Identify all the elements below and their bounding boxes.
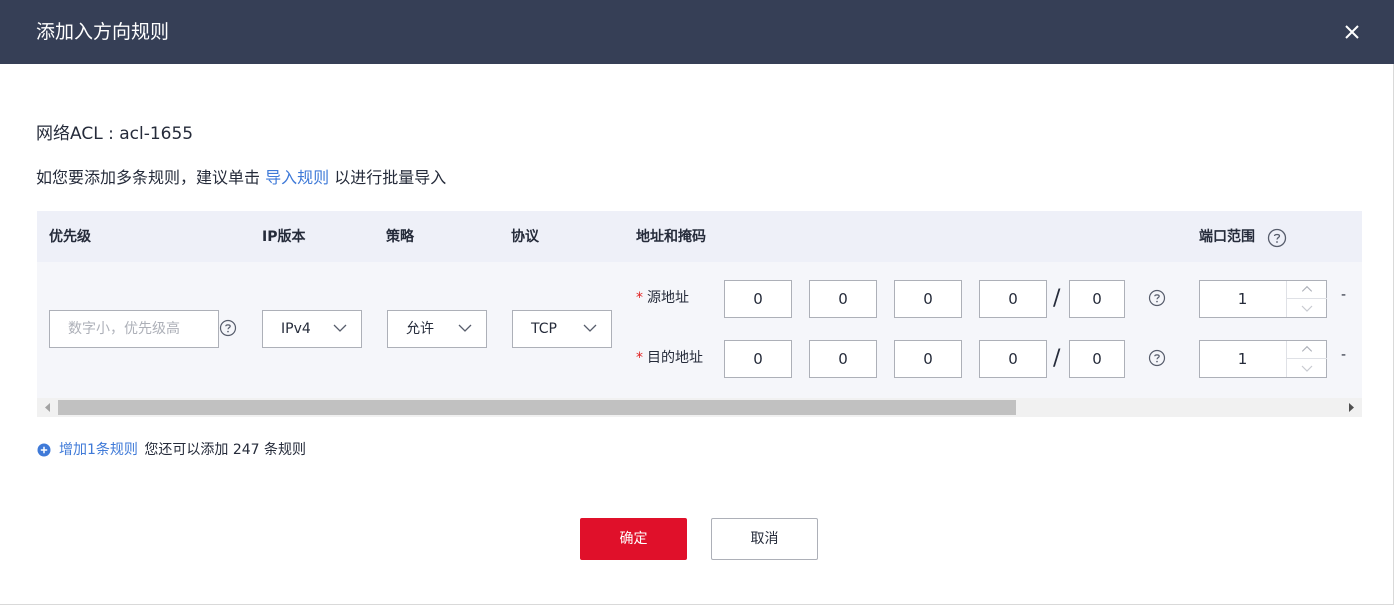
policy-value: 允许: [406, 321, 434, 337]
dest-octet-1-input[interactable]: 0: [724, 340, 792, 378]
scroll-right-icon[interactable]: [1348, 403, 1355, 412]
protocol-value: TCP: [531, 321, 557, 337]
close-icon[interactable]: [1342, 22, 1362, 42]
header-address: 地址和掩码: [636, 229, 706, 245]
add-rule-hint: 您还可以添加 247 条规则: [144, 442, 306, 458]
ip-version-select[interactable]: IPv4: [262, 310, 362, 348]
rule-table: 优先级 IP版本 策略 协议 地址和掩码 端口范围 数字小，优先级高 IPv4 …: [37, 211, 1362, 417]
priority-help-icon[interactable]: [219, 319, 237, 337]
source-address-label: * 源地址: [636, 289, 689, 307]
dest-address-label: * 目的地址: [636, 349, 703, 367]
acl-label: 网络ACL : acl-1655: [36, 124, 194, 144]
header-ip-version: IP版本: [262, 229, 306, 245]
dest-label-text: 目的地址: [647, 350, 703, 366]
header-port-range: 端口范围: [1199, 229, 1255, 245]
add-inbound-rule-dialog: 添加入方向规则 网络ACL : acl-1655 如您要添加多条规则，建议单击 …: [0, 0, 1394, 605]
horizontal-scrollbar[interactable]: [37, 398, 1362, 417]
tip-prefix: 如您要添加多条规则，建议单击: [36, 168, 266, 187]
source-help-icon[interactable]: [1148, 289, 1166, 307]
dest-help-icon[interactable]: [1148, 349, 1166, 367]
add-rule-link[interactable]: 增加1条规则: [59, 442, 138, 458]
dialog-header: 添加入方向规则: [0, 0, 1394, 64]
ip-version-value: IPv4: [281, 321, 311, 337]
source-port-dash: -: [1341, 287, 1347, 303]
header-protocol: 协议: [511, 229, 539, 245]
source-mask-slash: /: [1053, 286, 1061, 311]
tip-suffix: 以进行批量导入: [329, 168, 447, 187]
source-label-text: 源地址: [647, 290, 689, 306]
port-range-help-icon[interactable]: [1267, 228, 1287, 248]
source-octet-1-input[interactable]: 0: [724, 280, 792, 318]
chevron-down-icon: [583, 324, 597, 332]
header-priority: 优先级: [49, 229, 91, 245]
confirm-button[interactable]: 确定: [580, 518, 687, 560]
protocol-select[interactable]: TCP: [512, 310, 612, 348]
dest-port-dash: -: [1341, 347, 1347, 363]
import-tip: 如您要添加多条规则，建议单击 导入规则 以进行批量导入: [36, 167, 446, 189]
chevron-up-icon[interactable]: [1287, 281, 1327, 299]
add-rule-row: 增加1条规则 您还可以添加 247 条规则: [37, 441, 306, 459]
source-mask-input[interactable]: 0: [1069, 280, 1125, 318]
table-header: 优先级 IP版本 策略 协议 地址和掩码 端口范围: [37, 211, 1362, 262]
dest-port-value[interactable]: 1: [1200, 341, 1285, 377]
header-policy: 策略: [386, 229, 414, 245]
source-octet-3-input[interactable]: 0: [894, 280, 962, 318]
import-rules-link[interactable]: 导入规则: [265, 168, 329, 187]
dialog-title: 添加入方向规则: [36, 21, 170, 43]
priority-input[interactable]: 数字小，优先级高: [49, 310, 219, 348]
dest-mask-input[interactable]: 0: [1069, 340, 1125, 378]
source-octet-2-input[interactable]: 0: [809, 280, 877, 318]
chevron-up-icon[interactable]: [1287, 341, 1327, 359]
cancel-button[interactable]: 取消: [711, 518, 818, 560]
source-port-value[interactable]: 1: [1200, 281, 1285, 317]
scrollbar-thumb[interactable]: [58, 400, 1016, 415]
chevron-down-icon: [333, 324, 347, 332]
required-mark: *: [636, 290, 643, 306]
source-octet-4-input[interactable]: 0: [979, 280, 1047, 318]
source-port-stepper[interactable]: 1: [1199, 280, 1327, 318]
dest-port-stepper[interactable]: 1: [1199, 340, 1327, 378]
stepper-buttons: [1286, 341, 1327, 377]
stepper-buttons: [1286, 281, 1327, 317]
dest-octet-4-input[interactable]: 0: [979, 340, 1047, 378]
required-mark: *: [636, 350, 643, 366]
dest-mask-slash: /: [1053, 346, 1061, 371]
policy-select[interactable]: 允许: [387, 310, 487, 348]
chevron-down-icon[interactable]: [1287, 359, 1327, 377]
chevron-down-icon[interactable]: [1287, 299, 1327, 317]
chevron-down-icon: [458, 324, 472, 332]
scroll-left-icon[interactable]: [44, 403, 51, 412]
dest-octet-3-input[interactable]: 0: [894, 340, 962, 378]
add-circle-icon[interactable]: [37, 443, 51, 457]
dest-octet-2-input[interactable]: 0: [809, 340, 877, 378]
